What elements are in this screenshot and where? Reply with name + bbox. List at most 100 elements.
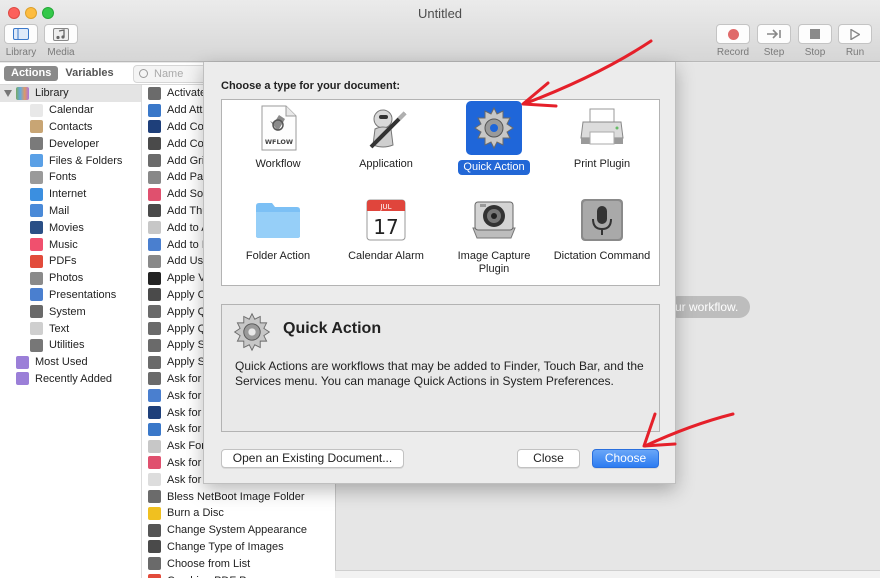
- library-label: Library: [35, 87, 69, 100]
- contacts-icon: [30, 120, 43, 134]
- movies-icon: [30, 221, 43, 235]
- type-description-panel: Quick Action Quick Actions are workflows…: [221, 304, 660, 432]
- action-label: Add Col: [167, 120, 207, 133]
- sidebar-item-movies[interactable]: Movies: [0, 219, 141, 236]
- step-button[interactable]: Step: [757, 24, 791, 58]
- action-label: Bless NetBoot Image Folder: [167, 490, 305, 503]
- media-toolbar-button[interactable]: Media: [44, 24, 78, 58]
- camera-icon: [470, 196, 518, 244]
- type-workflow-label: Workflow: [255, 158, 301, 170]
- sidebar-item-developer[interactable]: Developer: [0, 135, 141, 152]
- text-icon: [30, 322, 43, 336]
- mail-icon: [30, 204, 43, 218]
- sidebar-item-label: Internet: [49, 188, 87, 201]
- tab-actions[interactable]: Actions: [4, 66, 59, 81]
- type-folder-action-label: Folder Action: [245, 250, 311, 262]
- search-icon: [139, 69, 148, 78]
- action-icon: [148, 103, 161, 117]
- record-label: Record: [716, 47, 750, 58]
- system-icon: [30, 305, 43, 319]
- sidebar-item-presentations[interactable]: Presentations: [0, 287, 141, 304]
- action-icon: [148, 86, 161, 100]
- library-icon: [4, 24, 38, 44]
- sidebar-item-label: Mail: [49, 204, 70, 217]
- action-list-item[interactable]: Change System Appearance: [142, 522, 335, 539]
- sidebar-item-recently-added[interactable]: Recently Added: [0, 371, 141, 388]
- sidebar-item-system[interactable]: System: [0, 303, 141, 320]
- action-icon: [148, 355, 161, 369]
- sidebar-item-mail[interactable]: Mail: [0, 203, 141, 220]
- type-calendar-alarm[interactable]: JUL 17 Calendar Alarm: [332, 196, 440, 264]
- sidebar-item-internet[interactable]: Internet: [0, 186, 141, 203]
- disclosure-triangle-icon[interactable]: [4, 89, 12, 97]
- action-list-item[interactable]: Burn a Disc: [142, 505, 335, 522]
- action-icon: [148, 574, 161, 578]
- sidebar-item-label: Recently Added: [35, 372, 113, 385]
- action-list-item[interactable]: Combine PDF Pages: [142, 572, 335, 578]
- sidebar-item-photos[interactable]: Photos: [0, 270, 141, 287]
- run-button[interactable]: Run: [838, 24, 872, 58]
- action-icon: [148, 187, 161, 201]
- action-label: Activate: [167, 87, 207, 100]
- sidebar-item-label: Calendar: [49, 104, 94, 117]
- open-existing-document-button[interactable]: Open an Existing Document...: [221, 449, 404, 468]
- action-icon: [148, 372, 161, 386]
- action-icon: [148, 523, 161, 537]
- action-icon: [148, 439, 161, 453]
- fonts-icon: [30, 170, 43, 184]
- internet-icon: [30, 187, 43, 201]
- sidebar-item-pdfs[interactable]: PDFs: [0, 253, 141, 270]
- library-row[interactable]: Library: [0, 85, 141, 102]
- action-icon: [148, 204, 161, 218]
- application-robot-icon: [362, 104, 410, 152]
- smart-folder-icon: [16, 372, 29, 386]
- type-workflow[interactable]: WFLOW Workflow: [224, 104, 332, 172]
- sidebar-item-label: System: [49, 305, 86, 318]
- sidebar-item-calendar[interactable]: Calendar: [0, 102, 141, 119]
- action-icon: [148, 154, 161, 168]
- media-toolbar-label: Media: [47, 47, 75, 58]
- type-application[interactable]: Application: [332, 104, 440, 172]
- library-toolbar-button[interactable]: Library: [4, 24, 38, 58]
- sidebar-item-files-folders[interactable]: Files & Folders: [0, 152, 141, 169]
- sidebar-item-music[interactable]: Music: [0, 236, 141, 253]
- record-button[interactable]: Record: [716, 24, 750, 58]
- log-strip: [335, 570, 880, 578]
- stop-button[interactable]: Stop: [798, 24, 832, 58]
- action-label: Change Type of Images: [167, 540, 284, 553]
- type-dictation-command[interactable]: Dictation Command: [548, 196, 656, 264]
- sidebar-item-most-used[interactable]: Most Used: [0, 354, 141, 371]
- media-icon: [44, 24, 78, 44]
- sidebar-item-label: Photos: [49, 272, 84, 285]
- workflow-badge-text: WFLOW: [265, 138, 293, 146]
- action-list-item[interactable]: Change Type of Images: [142, 539, 335, 556]
- action-list-item[interactable]: Choose from List: [142, 555, 335, 572]
- type-print-plugin[interactable]: Print Plugin: [548, 104, 656, 172]
- action-icon: [148, 557, 161, 571]
- calendar-icon: [30, 103, 43, 117]
- action-icon: [148, 473, 161, 487]
- workflow-hint: ur workflow.: [667, 296, 751, 318]
- sidebar-item-text[interactable]: Text: [0, 320, 141, 337]
- tab-variables[interactable]: Variables: [58, 66, 120, 81]
- search-input[interactable]: Name: [133, 65, 213, 83]
- type-quick-action[interactable]: Quick Action: [440, 101, 548, 175]
- sidebar-item-contacts[interactable]: Contacts: [0, 119, 141, 136]
- type-folder-action[interactable]: Folder Action: [224, 196, 332, 264]
- printer-icon: [578, 104, 626, 152]
- action-icon: [148, 271, 161, 285]
- window-title: Untitled: [417, 6, 463, 21]
- sidebar-item-label: Movies: [49, 221, 84, 234]
- action-label: Combine PDF Pages: [167, 575, 270, 578]
- close-button[interactable]: Close: [517, 449, 580, 468]
- search-placeholder: Name: [154, 68, 184, 80]
- sidebar-item-fonts[interactable]: Fonts: [0, 169, 141, 186]
- action-icon: [148, 305, 161, 319]
- choose-button[interactable]: Choose: [592, 449, 659, 468]
- type-image-capture-plugin[interactable]: Image Capture Plugin: [440, 196, 548, 277]
- sidebar-item-utilities[interactable]: Utilities: [0, 337, 141, 354]
- sidebar-item-label: Developer: [49, 137, 100, 150]
- run-icon: [838, 24, 872, 44]
- action-list-item[interactable]: Bless NetBoot Image Folder: [142, 488, 335, 505]
- toolbar: Untitled Library Media Record Step Stop …: [0, 0, 880, 62]
